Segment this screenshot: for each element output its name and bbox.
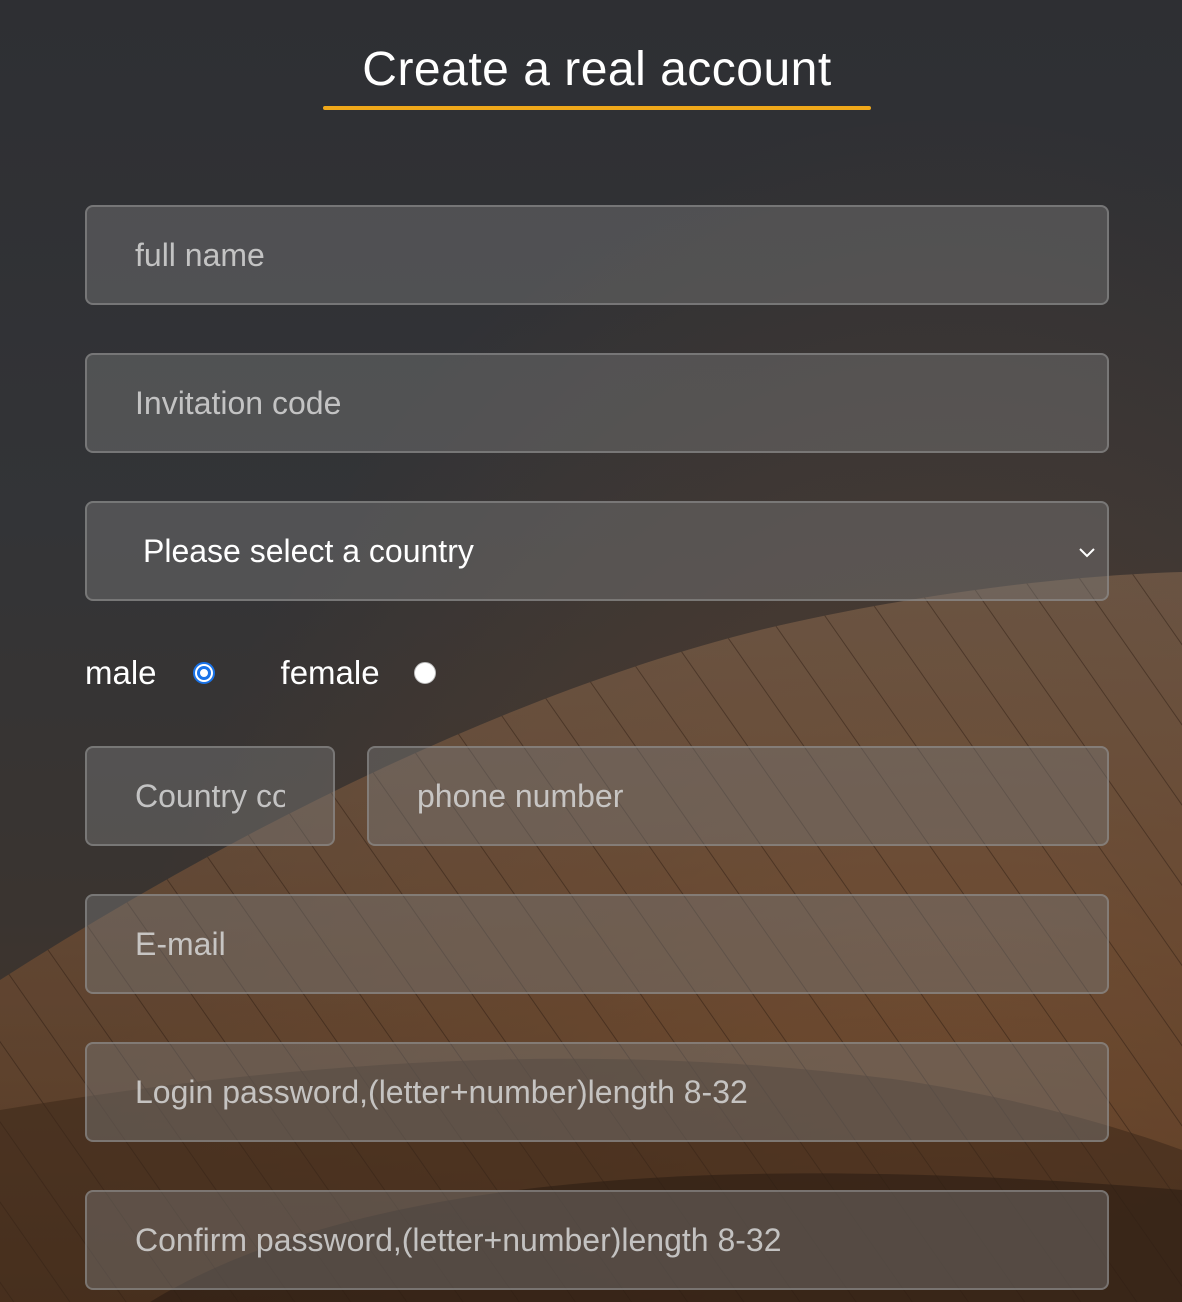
gender-male-radio[interactable]: [192, 662, 215, 684]
confirm-password-input[interactable]: [87, 1192, 1107, 1288]
country-code-field[interactable]: [85, 746, 335, 846]
page-title-block: Create a real account: [323, 40, 871, 110]
gender-female-label: female: [280, 654, 380, 691]
full-name-input[interactable]: [87, 207, 1107, 303]
gender-female-radio[interactable]: [413, 662, 436, 684]
country-select[interactable]: Please select a country: [85, 501, 1109, 601]
title-underline: [323, 106, 871, 110]
chevron-down-icon: [1079, 548, 1095, 558]
register-form: Create a real account Please select a co…: [0, 0, 1182, 1302]
gender-radio-group: male female: [85, 650, 436, 696]
login-password-field[interactable]: [85, 1042, 1109, 1142]
email-input[interactable]: [87, 896, 1107, 992]
phone-number-field[interactable]: [367, 746, 1109, 846]
confirm-password-field[interactable]: [85, 1190, 1109, 1290]
invitation-code-input[interactable]: [87, 355, 1107, 451]
gender-male-label: male: [85, 654, 157, 691]
phone-number-input[interactable]: [369, 748, 1107, 844]
email-field[interactable]: [85, 894, 1109, 994]
invitation-code-field[interactable]: [85, 353, 1109, 453]
login-password-input[interactable]: [87, 1044, 1107, 1140]
country-code-input[interactable]: [87, 748, 333, 844]
full-name-field[interactable]: [85, 205, 1109, 305]
country-select-value: Please select a country: [143, 532, 474, 569]
page-title: Create a real account: [362, 43, 832, 96]
